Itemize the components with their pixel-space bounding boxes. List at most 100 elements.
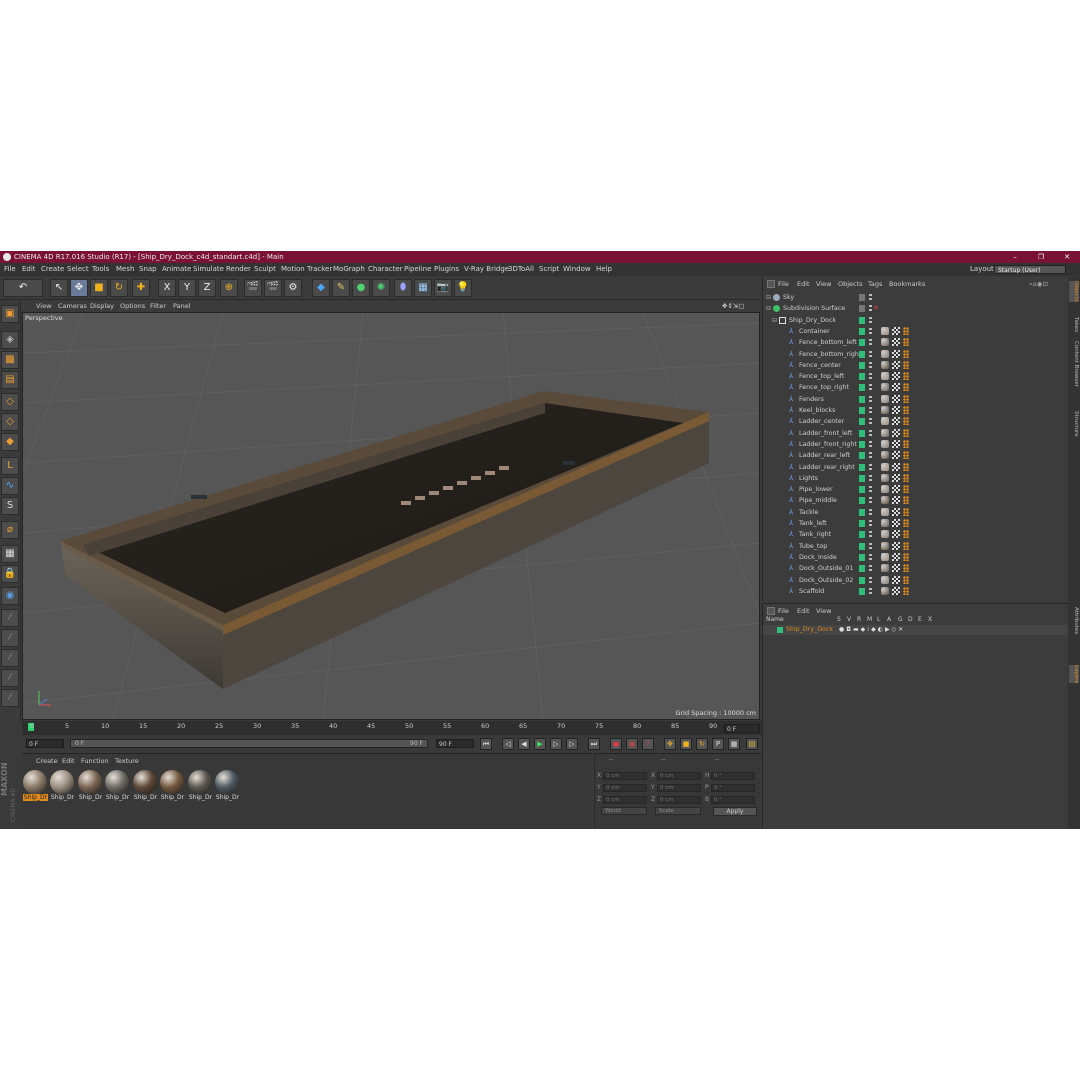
layer-swatch[interactable] <box>859 327 865 335</box>
previous-key-icon[interactable]: ◁ <box>502 738 514 750</box>
object-row[interactable]: ⅄ Tackle <box>763 507 1069 518</box>
layer-swatch[interactable] <box>859 542 865 550</box>
position-y-field[interactable]: 0 cm <box>603 784 647 792</box>
visibility-dots[interactable] <box>869 361 872 369</box>
layer-swatch[interactable] <box>859 294 865 301</box>
go-to-end-icon[interactable]: ⏭ <box>588 738 600 750</box>
object-name[interactable]: Fence_top_right <box>799 382 849 393</box>
workplane-icon[interactable]: ▤ <box>1 371 19 389</box>
cube-primitive-icon[interactable]: ◆ <box>312 279 330 297</box>
layer-manager-menu-icon[interactable] <box>767 607 775 615</box>
object-row[interactable]: ⊟ Sky <box>763 292 1069 303</box>
max-frame-field[interactable]: 90 F <box>436 739 474 748</box>
material-tag-icon[interactable] <box>881 586 889 595</box>
object-name[interactable]: Sky <box>783 292 794 303</box>
object-row[interactable]: ⅄ Fence_center <box>763 360 1069 371</box>
selection-tag-icon[interactable] <box>903 417 909 426</box>
object-row[interactable]: ⅄ Ladder_rear_left <box>763 450 1069 461</box>
position-z-field[interactable]: 0 cm <box>603 796 647 804</box>
size-z-field[interactable]: 0 cm <box>657 796 701 804</box>
object-row[interactable]: ⅄ Ladder_rear_right <box>763 462 1069 473</box>
material-tag-icon[interactable] <box>881 428 889 437</box>
selection-tag-icon[interactable] <box>903 485 909 494</box>
layer-swatch[interactable] <box>859 384 865 392</box>
undo-button[interactable]: ↶ <box>3 279 43 297</box>
material-tag-icon[interactable] <box>881 496 889 505</box>
material-tag-icon[interactable] <box>881 541 889 550</box>
menu-pipeline[interactable]: Pipeline <box>404 263 431 276</box>
auto-keying-icon[interactable]: ◉ <box>626 738 638 750</box>
layer-swatch[interactable] <box>859 452 865 460</box>
object-row[interactable]: ⅄ Tank_left <box>763 518 1069 529</box>
recent-tools-icon[interactable]: ✚ <box>132 279 150 297</box>
layer-col-render[interactable]: R <box>857 616 861 623</box>
texture-tag-icon[interactable] <box>892 586 900 595</box>
object-row[interactable]: ⅄ Fence_top_left <box>763 371 1069 382</box>
disabled-x-icon[interactable]: ✕ <box>873 303 879 314</box>
om-menu-edit[interactable]: Edit <box>797 280 810 288</box>
texture-tag-icon[interactable] <box>892 406 900 414</box>
object-name[interactable]: Ladder_rear_right <box>799 462 855 473</box>
om-menu-tags[interactable]: Tags <box>868 280 882 288</box>
texture-tag-icon[interactable] <box>892 394 900 403</box>
material-menu-function[interactable]: Function <box>81 757 109 765</box>
selection-tag-icon[interactable] <box>903 473 909 482</box>
object-name[interactable]: Dock_Outside_02 <box>799 575 853 586</box>
layer-row[interactable]: Ship_Dry_Dock ●◘▬◆⁞◆◐▶◇✕ <box>763 625 1069 635</box>
object-name[interactable]: Subdivision Surface <box>783 303 845 314</box>
selection-tag-icon[interactable] <box>903 326 909 335</box>
axis-mode-icon[interactable]: L <box>1 457 19 475</box>
texture-tag-icon[interactable] <box>892 428 900 437</box>
menu-simulate[interactable]: Simulate <box>193 263 224 276</box>
timeline-window-icon[interactable]: ▤ <box>746 738 758 750</box>
texture-tag-icon[interactable] <box>892 530 900 539</box>
object-row[interactable]: ⅄ Pipe_lower <box>763 484 1069 495</box>
points-mode-icon[interactable]: ◇ <box>1 393 19 411</box>
material-swatch[interactable]: Ship_Dr <box>78 770 103 801</box>
perspective-viewport[interactable]: Perspective Grid Spacing : 10000 cm <box>22 312 760 720</box>
visibility-dots[interactable] <box>869 373 872 381</box>
live-selection-icon[interactable]: ↖ <box>50 279 68 297</box>
layer-col-solo[interactable]: S <box>837 616 841 623</box>
texture-tag-icon[interactable] <box>892 462 900 471</box>
object-row[interactable]: ⅄ Fence_bottom_left <box>763 337 1069 348</box>
python-icon[interactable]: ◉ <box>1 587 19 605</box>
menu-3dtoall[interactable]: 3DToAll <box>508 263 534 276</box>
object-name[interactable]: Tackle <box>799 507 818 518</box>
material-tag-icon[interactable] <box>881 564 889 573</box>
selection-tag-icon[interactable] <box>903 349 909 358</box>
material-swatch[interactable]: Ship_Dr <box>188 770 213 801</box>
layer-swatch[interactable] <box>859 418 865 426</box>
selection-tag-icon[interactable] <box>903 507 909 516</box>
menu-character[interactable]: Character <box>368 263 403 276</box>
texture-tag-icon[interactable] <box>892 360 900 369</box>
coord-mode-select[interactable]: World <box>601 807 647 815</box>
next-frame-icon[interactable]: ▷ <box>550 738 562 750</box>
visibility-dots[interactable] <box>869 316 872 324</box>
z-axis-lock-icon[interactable]: Z <box>198 279 216 297</box>
frame-range-slider[interactable]: 0 F 90 F <box>70 739 428 748</box>
camera-icon[interactable]: 📷 <box>434 279 452 297</box>
current-frame-field[interactable]: 0 F <box>26 739 64 748</box>
texture-tag-icon[interactable] <box>892 519 900 527</box>
texture-tag-icon[interactable] <box>892 451 900 460</box>
rotation-h-field[interactable]: 0 ° <box>711 772 755 780</box>
array-icon[interactable]: ✺ <box>372 279 390 297</box>
render-view-icon[interactable]: 🎬 <box>244 279 262 297</box>
visibility-dots[interactable] <box>869 327 872 335</box>
material-tag-icon[interactable] <box>881 326 889 335</box>
om-menu-bookmarks[interactable]: Bookmarks <box>889 280 925 288</box>
key-pla-icon[interactable]: ▦ <box>728 738 740 750</box>
object-row[interactable]: ⅄ Lights <box>763 473 1069 484</box>
material-menu-texture[interactable]: Texture <box>115 757 139 765</box>
texture-tag-icon[interactable] <box>892 473 900 482</box>
menu-render[interactable]: Render <box>226 263 251 276</box>
viewport-menu-panel[interactable]: Panel <box>173 301 191 311</box>
go-to-start-icon[interactable]: ⏮ <box>480 738 492 750</box>
menu-tools[interactable]: Tools <box>92 263 109 276</box>
object-row[interactable]: ⅄ Ladder_front_left <box>763 428 1069 439</box>
texture-tag-icon[interactable] <box>892 575 900 584</box>
selection-tag-icon[interactable] <box>903 552 909 561</box>
material-tag-icon[interactable] <box>881 372 889 381</box>
selection-tag-icon[interactable] <box>903 360 909 369</box>
